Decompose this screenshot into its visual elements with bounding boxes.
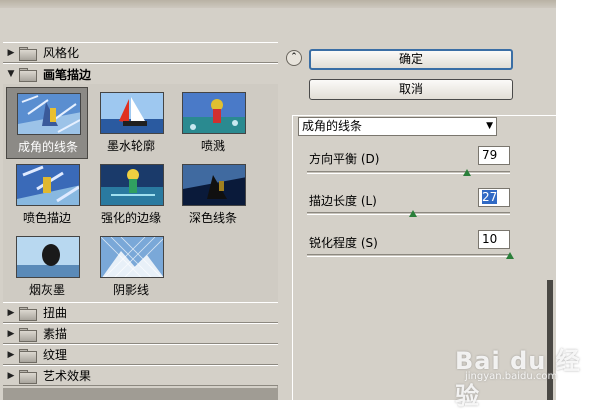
category-artistic[interactable]: ▶ 艺术效果 (3, 365, 278, 386)
filter-thumb-label: 喷色描边 (22, 211, 71, 225)
filter-thumb-label: 阴影线 (112, 283, 149, 297)
filter-thumb-label: 烟灰墨 (28, 283, 65, 297)
filter-preview-image (16, 164, 80, 206)
filter-thumb-angled-strokes[interactable]: 成角的线条 (6, 87, 88, 159)
collapse-triangle-icon[interactable]: ▼ (3, 69, 19, 79)
category-label: 艺术效果 (43, 369, 92, 383)
filter-thumb-label: 深色线条 (188, 211, 237, 225)
cancel-button[interactable]: 取消 (309, 79, 513, 100)
category-label: 画笔描边 (43, 67, 92, 82)
collapse-gallery-icon[interactable]: ⌃ (286, 50, 302, 66)
stroke-length-input[interactable]: 27 (478, 188, 510, 207)
filter-thumb-label: 强化的边缘 (100, 211, 161, 225)
filter-thumb-label: 成角的线条 (17, 140, 78, 154)
category-stylize[interactable]: ▶ 风格化 (3, 42, 278, 63)
filter-type-select[interactable]: 成角的线条 ▼ (298, 117, 497, 136)
category-label: 风格化 (43, 46, 80, 60)
filter-select-value: 成角的线条 (302, 119, 363, 133)
filter-preview-image (100, 92, 164, 134)
category-label: 素描 (43, 327, 68, 341)
category-texture[interactable]: ▶ 纹理 (3, 344, 278, 365)
filter-category-panel: ▶ 风格化 ▼ 画笔描边 成角的线条 墨水轮廓 喷溅 喷色描边 强化的边缘 深色… (3, 42, 278, 400)
filter-thumb-spatter[interactable]: 喷溅 (172, 87, 254, 159)
category-brush-strokes[interactable]: ▼ 画笔描边 (3, 63, 278, 84)
sharpness-value: 10 (482, 232, 498, 246)
category-label: 纹理 (43, 348, 68, 362)
filter-thumbnail-grid: 成角的线条 墨水轮廓 喷溅 喷色描边 强化的边缘 深色线条 烟灰墨 阴影线 (3, 84, 278, 302)
category-label: 扭曲 (43, 306, 68, 320)
direction-balance-label: 方向平衡 (D) (309, 152, 380, 166)
dialog-top-edge (0, 0, 556, 8)
expand-triangle-icon[interactable]: ▶ (3, 48, 19, 58)
expand-triangle-icon[interactable]: ▶ (3, 350, 19, 360)
filter-preview-image (182, 92, 246, 134)
stroke-length-value: 27 (482, 190, 498, 204)
filter-preview-image (16, 236, 80, 278)
filter-preview-image (100, 236, 164, 278)
direction-balance-value: 79 (482, 148, 498, 162)
category-distort[interactable]: ▶ 扭曲 (3, 302, 278, 323)
direction-balance-input[interactable]: 79 (478, 146, 510, 165)
sharpness-slider[interactable] (307, 254, 510, 257)
filter-thumb-label: 墨水轮廓 (106, 139, 155, 153)
expand-triangle-icon[interactable]: ▶ (3, 329, 19, 339)
filter-thumb-dark-strokes[interactable]: 深色线条 (172, 159, 254, 231)
stroke-length-slider-thumb[interactable] (408, 210, 417, 217)
filter-thumb-ink-outlines[interactable]: 墨水轮廓 (90, 87, 172, 159)
sharpness-input[interactable]: 10 (478, 230, 510, 249)
sharpness-label: 锐化程度 (S) (309, 236, 378, 250)
background-area (556, 0, 600, 400)
folder-icon (19, 46, 37, 61)
direction-balance-slider[interactable] (307, 171, 510, 174)
filter-preview-image (100, 164, 164, 206)
filter-gallery-dialog: ▶ 风格化 ▼ 画笔描边 成角的线条 墨水轮廓 喷溅 喷色描边 强化的边缘 深色… (0, 0, 556, 400)
filter-thumb-sprayed-strokes[interactable]: 喷色描边 (6, 159, 88, 231)
category-sketch[interactable]: ▶ 素描 (3, 323, 278, 344)
sharpness-slider-thumb[interactable] (506, 252, 514, 259)
folder-icon (19, 327, 37, 342)
scrollbar[interactable] (547, 280, 553, 400)
dropdown-arrow-icon: ▼ (486, 121, 493, 131)
folder-icon (19, 306, 37, 321)
filter-preview-image (17, 93, 81, 135)
expand-triangle-icon[interactable]: ▶ (3, 371, 19, 381)
direction-balance-slider-thumb[interactable] (463, 169, 472, 176)
stroke-length-label: 描边长度 (L) (309, 194, 377, 208)
filter-thumb-crosshatch[interactable]: 阴影线 (90, 231, 172, 303)
folder-icon (19, 369, 37, 384)
ok-button[interactable]: 确定 (309, 49, 513, 70)
panel-bottom-strip (3, 388, 278, 400)
expand-triangle-icon[interactable]: ▶ (3, 308, 19, 318)
folder-icon (19, 348, 37, 363)
filter-thumb-sumi-e[interactable]: 烟灰墨 (6, 231, 88, 303)
filter-thumb-accented-edges[interactable]: 强化的边缘 (90, 159, 172, 231)
folder-open-icon (19, 68, 37, 82)
filter-preview-image (182, 164, 246, 206)
filter-thumb-label: 喷溅 (200, 139, 225, 153)
